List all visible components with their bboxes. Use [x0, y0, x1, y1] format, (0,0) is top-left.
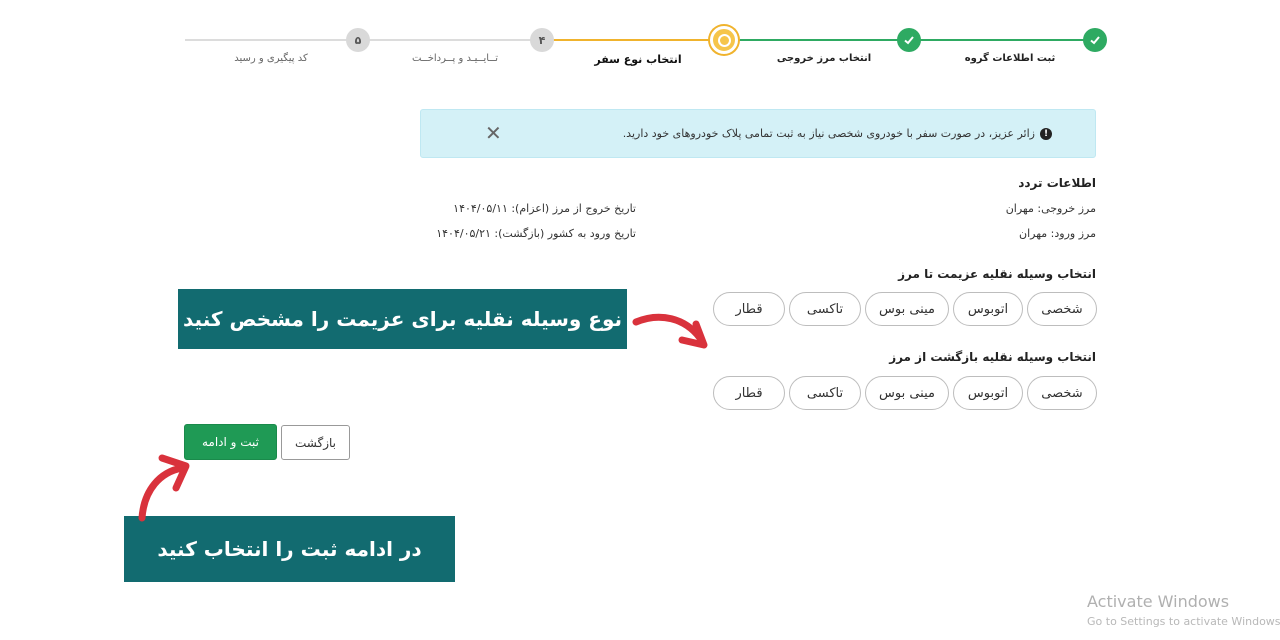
- progress-stepper: ثبت اطلاعات گروه انتخاب مرز خروجی انتخاب…: [0, 0, 1280, 80]
- step-4-label: تــایــیـد و پــرداخــت: [412, 53, 498, 64]
- activate-windows-title: Activate Windows: [1087, 592, 1230, 611]
- step-3-current-icon: [710, 26, 738, 54]
- return-option-minibus[interactable]: مینی بوس: [865, 376, 949, 410]
- entry-date-text: تاریخ ورود به کشور (بازگشت): ۱۴۰۴/۰۵/۲۱: [436, 227, 636, 240]
- step-2-label: انتخاب مرز خروجی: [776, 53, 872, 64]
- close-icon[interactable]: ✕: [485, 123, 502, 143]
- step-1-label: ثبت اطلاعات گروه: [964, 53, 1056, 64]
- return-option-taxi[interactable]: تاکسی: [789, 376, 861, 410]
- back-button[interactable]: بازگشت: [281, 425, 350, 460]
- alert-message: زائر عزیز، در صورت سفر با خودروی شخصی نی…: [622, 127, 1035, 140]
- info-alert: ✕ ! زائر عزیز، در صورت سفر با خودروی شخص…: [420, 109, 1096, 158]
- return-vehicle-title: انتخاب وسیله نقلیه بازگشت از مرز: [889, 350, 1096, 364]
- step-1-check-icon: [1083, 28, 1107, 52]
- step-5-number: ۵: [346, 28, 370, 52]
- return-option-bus[interactable]: اتوبوس: [953, 376, 1023, 410]
- outbound-option-minibus[interactable]: مینی بوس: [865, 292, 949, 326]
- vehicle-instruction-callout: نوع وسیله نقلیه برای عزیمت را مشخص کنید: [178, 289, 627, 349]
- arrow-right-icon: [632, 313, 708, 349]
- outbound-vehicle-title: انتخاب وسیله نقلیه عزیمت تا مرز: [898, 267, 1096, 281]
- return-vehicle-options: شخصی اتوبوس مینی بوس تاکسی قطار: [713, 376, 1097, 410]
- activate-windows-subtitle: Go to Settings to activate Windows: [1087, 615, 1280, 628]
- info-icon: !: [1040, 128, 1052, 140]
- outbound-option-taxi[interactable]: تاکسی: [789, 292, 861, 326]
- outbound-option-personal[interactable]: شخصی: [1027, 292, 1097, 326]
- submit-continue-button[interactable]: ثبت و ادامه: [184, 424, 277, 460]
- outbound-option-train[interactable]: قطار: [713, 292, 785, 326]
- outbound-option-bus[interactable]: اتوبوس: [953, 292, 1023, 326]
- exit-border-text: مرز خروجی: مهران: [1005, 202, 1096, 215]
- step-2-check-icon: [897, 28, 921, 52]
- step-3-label: انتخاب نوع سفر: [594, 53, 682, 66]
- exit-date-text: تاریخ خروج از مرز (اعزام): ۱۴۰۴/۰۵/۱۱: [453, 202, 636, 215]
- arrow-up-icon: [138, 454, 190, 522]
- entry-border-text: مرز ورود: مهران: [1019, 227, 1096, 240]
- trip-info-title: اطلاعات تردد: [1018, 176, 1096, 190]
- stepper-track-current: [542, 39, 722, 41]
- step-4-number: ۴: [530, 28, 554, 52]
- return-option-train[interactable]: قطار: [713, 376, 785, 410]
- return-option-personal[interactable]: شخصی: [1027, 376, 1097, 410]
- outbound-vehicle-options: شخصی اتوبوس مینی بوس تاکسی قطار: [713, 292, 1097, 326]
- step-5-label: کد پیگیری و رسید: [234, 53, 308, 64]
